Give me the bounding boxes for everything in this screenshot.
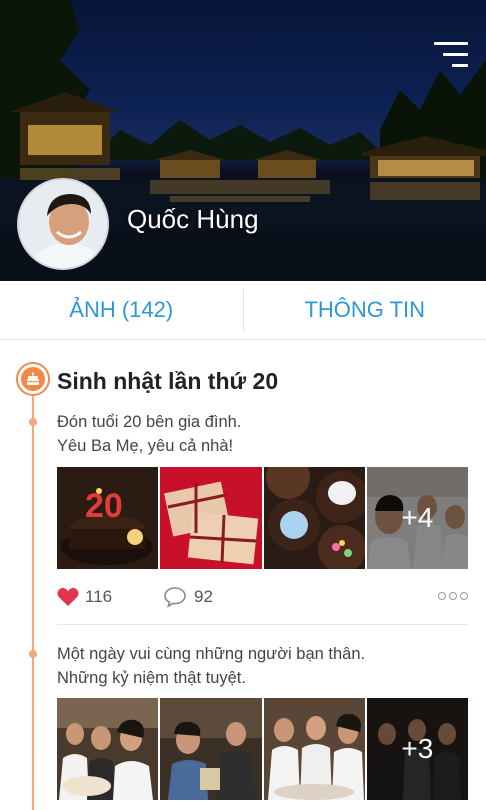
post-photo-grid: +3 (57, 698, 468, 800)
avatar[interactable] (17, 178, 109, 270)
post-caption: Đón tuổi 20 bên gia đình. Yêu Ba Mẹ, yêu… (57, 410, 241, 458)
post-separator (57, 624, 468, 625)
post-photo[interactable] (263, 467, 365, 569)
menu-icon-line (443, 53, 468, 56)
caption-line: Yêu Ba Mẹ, yêu cả nhà! (57, 437, 234, 455)
timeline-dot (29, 418, 37, 426)
album-title: Sinh nhật lần thứ 20 (57, 368, 279, 394)
caption-line: Đón tuổi 20 bên gia đình. (57, 413, 242, 431)
photo-friends (160, 698, 262, 800)
post-photo[interactable]: 20 (57, 467, 159, 569)
photo-friends (263, 698, 365, 800)
post-photo[interactable] (263, 698, 365, 800)
menu-icon-line (434, 42, 468, 45)
avatar-image (19, 180, 107, 268)
photo-gift-boxes (160, 467, 262, 569)
post-photo-grid: 20 +4 (57, 467, 468, 569)
caption-line: Một ngày vui cùng những người bạn thân. (57, 645, 366, 663)
profile-tabs: ẢNH (142) THÔNG TIN (0, 281, 486, 340)
more-photos-count: +4 (366, 467, 468, 569)
photo-friends (57, 698, 159, 800)
svg-text:20: 20 (85, 487, 123, 525)
comment-icon[interactable] (163, 586, 187, 608)
caption-line: Những kỷ niệm thật tuyệt. (57, 669, 246, 687)
tab-photos[interactable]: ẢNH (142) (0, 281, 243, 339)
photo-cupcakes (263, 467, 365, 569)
post-photo[interactable] (160, 467, 262, 569)
menu-button[interactable] (432, 40, 468, 70)
like-count: 116 (85, 587, 113, 606)
heart-icon[interactable] (57, 587, 79, 607)
cake-icon (26, 372, 40, 385)
post-photo-more[interactable]: +4 (366, 467, 468, 569)
timeline-dot (29, 650, 37, 658)
post-photo[interactable] (57, 698, 159, 800)
menu-icon-line (452, 64, 468, 67)
cover-photo: Quốc Hùng (0, 0, 486, 281)
comment-count: 92 (194, 587, 213, 606)
post-actions: 116 92 (57, 585, 468, 609)
more-photos-count: +3 (366, 698, 468, 800)
profile-name: Quốc Hùng (127, 204, 259, 234)
album-badge (16, 362, 50, 396)
post-caption: Một ngày vui cùng những người bạn thân. … (57, 642, 365, 690)
post-photo[interactable] (160, 698, 262, 800)
photo-birthday-cake: 20 (57, 467, 159, 569)
more-options-icon[interactable] (438, 592, 468, 600)
timeline-line (32, 392, 34, 810)
post-photo-more[interactable]: +3 (366, 698, 468, 800)
tab-info[interactable]: THÔNG TIN (244, 281, 486, 339)
